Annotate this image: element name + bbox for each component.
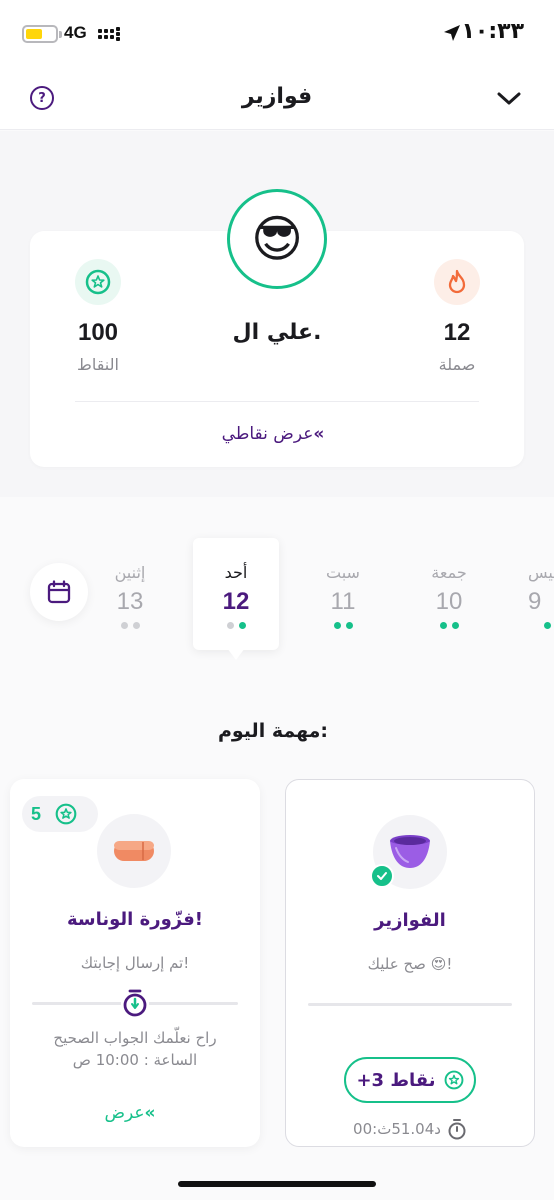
check-icon: [370, 864, 394, 888]
quiz-task-card[interactable]: الفوازير صح عليك 😍! +3 نقاط 00:د51.04ث: [285, 779, 535, 1147]
star-badge-icon: [75, 259, 121, 305]
battery-icon: [22, 25, 62, 43]
reward-pill: +3 نقاط: [344, 1057, 476, 1103]
day-name: جمعة: [431, 563, 467, 582]
view-my-points-link[interactable]: عرض نقاطي«: [0, 424, 554, 444]
day-number: 9: [528, 588, 542, 615]
status-bar: 4G ١٠:٣٣: [0, 0, 554, 66]
app-header: ? فوازير: [0, 66, 554, 130]
day-progress-dots: [300, 622, 386, 629]
status-time: ١٠:٣٣: [461, 19, 524, 44]
star-badge-icon: [444, 1070, 463, 1090]
day-name: أحد: [224, 563, 248, 582]
reveal-line-2: الساعة : 10:00 ص: [72, 1051, 198, 1069]
day-name: سبت: [326, 563, 360, 582]
signal-icon: [98, 27, 122, 41]
star-badge-icon: [55, 803, 77, 825]
calendar-button[interactable]: [30, 563, 88, 621]
day-friday[interactable]: جمعة 10: [406, 563, 492, 629]
active-day-pointer: [227, 648, 245, 660]
view-riddle-link[interactable]: عرض«: [10, 1103, 260, 1123]
riddle-title: فزّورة الوناسة!: [67, 909, 203, 930]
day-progress-dots: [87, 622, 173, 629]
answer-reveal-text: راح نعلّمك الجواب الصحيح الساعة : 10:00 …: [20, 1027, 250, 1071]
day-saturday[interactable]: سبت 11: [300, 563, 386, 629]
quiz-status: صح عليك 😍!: [367, 955, 453, 973]
chevron-down-icon[interactable]: [496, 87, 522, 109]
avatar-emoji: 😎: [250, 210, 304, 268]
card-divider: [75, 401, 479, 402]
stopwatch-icon: [448, 1119, 466, 1140]
double-chevron-left-icon: «: [313, 424, 325, 444]
view-riddle-label: عرض: [104, 1103, 145, 1123]
day-number: 10: [435, 588, 463, 615]
day-progress-dots: [528, 622, 554, 629]
network-label: 4G: [64, 23, 87, 42]
calendar-icon: [47, 580, 71, 604]
day-monday[interactable]: إثنين 13: [87, 563, 173, 629]
points-value: 100: [77, 319, 119, 346]
day-name: خميس: [528, 563, 554, 582]
riddle-task-card[interactable]: 5 فزّورة الوناسة! تم إرسال إجابتك! راح ن…: [10, 779, 260, 1147]
reveal-line-1: راح نعلّمك الجواب الصحيح: [53, 1029, 217, 1047]
view-my-points-label: عرض نقاطي: [221, 424, 314, 444]
day-number: 13: [116, 588, 144, 615]
home-indicator[interactable]: [178, 1181, 376, 1187]
streak-value: 12: [443, 319, 471, 346]
location-arrow-icon: [444, 25, 460, 41]
points-tag: 5: [22, 796, 98, 832]
streak-label: صملة: [438, 355, 476, 374]
page: 4G ١٠:٣٣ ? فوازير 😎 100 النقاط علي ال. 1…: [0, 0, 554, 1200]
user-name: علي ال.: [232, 320, 322, 345]
day-thursday[interactable]: خميس 9: [528, 563, 554, 629]
points-tag-value: 5: [31, 803, 42, 824]
day-progress-dots: [193, 622, 279, 629]
day-progress-dots: [406, 622, 492, 629]
avatar[interactable]: 😎: [227, 189, 327, 289]
quiz-timer: 00:د51.04ث: [286, 1118, 534, 1140]
quiz-title: الفوازير: [374, 910, 446, 931]
section-title: مهمة اليوم:: [217, 720, 328, 742]
riddle-status: تم إرسال إجابتك!: [80, 954, 190, 972]
points-label: النقاط: [77, 355, 119, 374]
timer-value: 00:د51.04ث: [353, 1120, 441, 1138]
capsule-icon: [97, 814, 171, 888]
day-sunday[interactable]: أحد 12: [193, 538, 279, 650]
quiz-progress-line: [308, 1003, 512, 1006]
reward-label: +3 نقاط: [356, 1069, 436, 1091]
day-number: 11: [330, 588, 356, 615]
day-number: 12: [222, 588, 250, 615]
stopwatch-icon: [121, 988, 149, 1018]
day-name: إثنين: [114, 563, 146, 582]
double-chevron-left-icon: «: [144, 1103, 156, 1123]
page-title: فوازير: [241, 84, 313, 109]
flame-icon: [434, 259, 480, 305]
